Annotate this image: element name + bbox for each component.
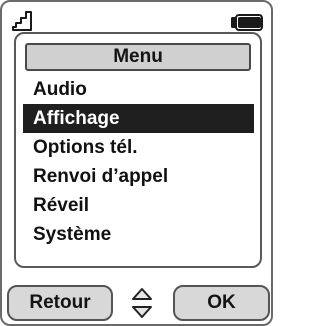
menu-item-reveil[interactable]: Réveil bbox=[23, 191, 254, 220]
menu-title: Menu bbox=[25, 43, 251, 71]
menu-item-affichage[interactable]: Affichage bbox=[23, 104, 254, 133]
back-button[interactable]: Retour bbox=[7, 285, 113, 321]
menu-panel: Menu Audio Affichage Options tél. Renvoi… bbox=[14, 32, 262, 268]
signal-strength-icon bbox=[12, 11, 32, 31]
ok-button[interactable]: OK bbox=[173, 285, 270, 321]
menu-item-renvoi-appel[interactable]: Renvoi d’appel bbox=[23, 162, 254, 191]
menu-item-systeme[interactable]: Système bbox=[23, 220, 254, 249]
phone-screen: Menu Audio Affichage Options tél. Renvoi… bbox=[0, 0, 273, 326]
battery-icon bbox=[231, 14, 263, 31]
menu-list: Audio Affichage Options tél. Renvoi d’ap… bbox=[16, 75, 260, 249]
menu-item-audio[interactable]: Audio bbox=[23, 75, 254, 104]
menu-item-options-tel[interactable]: Options tél. bbox=[23, 133, 254, 162]
up-down-arrows-icon[interactable] bbox=[130, 287, 154, 319]
